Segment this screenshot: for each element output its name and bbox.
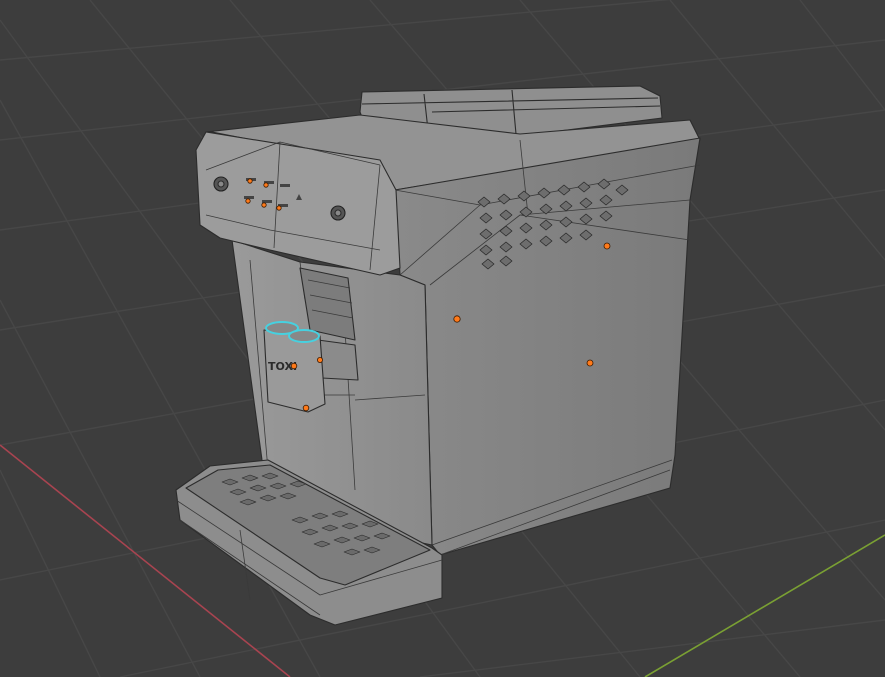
3d-viewport[interactable]: TOXI	[0, 0, 885, 677]
spout-arm	[317, 339, 359, 381]
viewport-canvas[interactable]: TOXI	[0, 0, 885, 677]
side-panel	[394, 137, 701, 556]
spout-nozzle-right	[288, 329, 320, 343]
